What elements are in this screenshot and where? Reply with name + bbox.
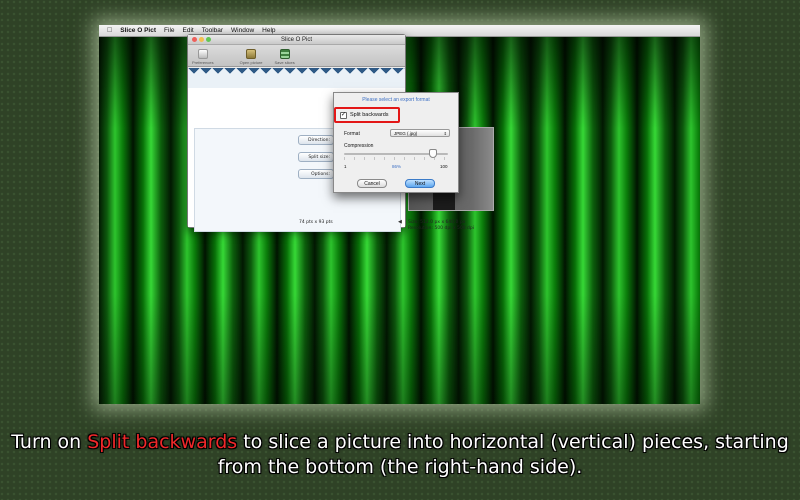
open-picture-icon bbox=[246, 49, 257, 59]
toolbar-preferences-button[interactable]: Preferences bbox=[192, 49, 214, 65]
split-size-button[interactable]: Split size: bbox=[298, 152, 334, 162]
checkmark-icon: ✓ bbox=[341, 112, 347, 118]
image-size-readout: Size: 512.0 px x 640.0 px bbox=[408, 220, 466, 225]
compression-max: 100 bbox=[440, 164, 448, 169]
toolbar-preferences-label: Preferences bbox=[192, 60, 214, 65]
window-title: Slice O Pict bbox=[280, 37, 312, 43]
menu-edit[interactable]: Edit bbox=[183, 27, 194, 34]
apple-icon[interactable]:  bbox=[107, 27, 112, 34]
toolbar-open-picture-button[interactable]: Open picture bbox=[239, 49, 263, 65]
menu-window[interactable]: Window bbox=[231, 27, 254, 34]
menu-help[interactable]: Help bbox=[262, 27, 275, 34]
image-resolution-readout: Resolution: 500 dpi x 500 dpi bbox=[408, 226, 474, 231]
direction-button[interactable]: Direction: bbox=[298, 135, 334, 145]
header-decoration bbox=[188, 68, 405, 88]
caption-before: Turn on bbox=[11, 431, 88, 453]
save-slices-icon bbox=[279, 49, 290, 59]
compression-value: 86% bbox=[392, 164, 402, 169]
next-button[interactable]: Next bbox=[405, 179, 435, 188]
sheet-title: Please select an export format bbox=[362, 97, 430, 103]
cancel-button[interactable]: Cancel bbox=[357, 179, 387, 188]
split-backwards-highlight: ✓ Split backwards bbox=[334, 107, 400, 123]
toolbar-open-picture-label: Open picture bbox=[239, 60, 263, 65]
window-titlebar[interactable]: Slice O Pict bbox=[188, 35, 405, 45]
menu-app-name[interactable]: Slice O Pict bbox=[120, 27, 156, 34]
minimize-icon[interactable] bbox=[199, 37, 204, 42]
menu-file[interactable]: File bbox=[164, 27, 174, 34]
split-backwards-checkbox[interactable]: ✓ bbox=[340, 112, 347, 119]
caption-highlight: Split backwards bbox=[87, 431, 238, 453]
window-toolbar: Preferences Open picture Save slices bbox=[188, 45, 405, 67]
left-arrow-icon[interactable]: ◀ bbox=[398, 219, 402, 225]
menu-toolbar[interactable]: Toolbar bbox=[202, 27, 223, 34]
zoom-icon[interactable] bbox=[206, 37, 211, 42]
compression-min: 1 bbox=[344, 164, 347, 169]
toolbar-save-slices-button[interactable]: Save slices bbox=[274, 49, 295, 65]
format-label: Format bbox=[344, 131, 360, 137]
instruction-caption: Turn on Split backwards to slice a pictu… bbox=[0, 430, 800, 494]
toolbar-save-slices-label: Save slices bbox=[274, 60, 295, 65]
compression-label: Compression bbox=[344, 143, 374, 149]
slice-size-readout: 74 pts x 93 pts bbox=[299, 220, 333, 225]
close-icon[interactable] bbox=[192, 37, 197, 42]
preferences-icon bbox=[197, 49, 208, 59]
split-backwards-label: Split backwards bbox=[350, 112, 389, 118]
window-controls bbox=[192, 37, 211, 42]
caption-after: to slice a picture into horizontal (vert… bbox=[217, 431, 789, 478]
format-select[interactable]: JPEG (.jpg) bbox=[390, 129, 450, 137]
options-button[interactable]: Options: bbox=[298, 169, 334, 179]
